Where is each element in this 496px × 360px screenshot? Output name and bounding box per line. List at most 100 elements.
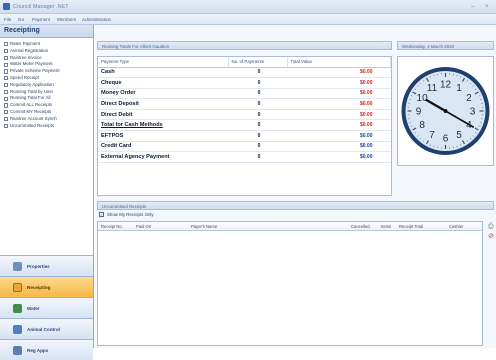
column-header-paid-on[interactable]: Paid On	[136, 224, 151, 229]
payment-type-label: Direct Debit	[98, 109, 228, 120]
show-my-receipts-checkbox[interactable]: ✓Show My Receipts Only	[99, 212, 154, 217]
house-icon	[13, 262, 22, 271]
module-properties[interactable]: Properties	[0, 255, 93, 276]
document-icon	[4, 103, 8, 107]
close-button[interactable]: ×	[485, 4, 489, 10]
payment-total-value: $0.00	[287, 131, 391, 142]
clock-numeral: 2	[466, 93, 472, 104]
payment-type-row: EFTPOS0$0.00	[98, 131, 391, 142]
date-header: Wednesday, 4 March 2020	[397, 41, 494, 50]
clock-numeral: 8	[419, 120, 425, 131]
document-icon	[4, 63, 8, 67]
sidebar-item-rates-payment[interactable]: Rates Payment	[3, 41, 93, 48]
column-header-total-value: Total Value	[287, 57, 391, 67]
sidebar-item-animal-registration[interactable]: Animal Registration	[3, 48, 93, 55]
payment-total-value: $0.00	[287, 88, 391, 99]
module-reg-apps[interactable]: Reg Apps	[0, 339, 93, 360]
sidebar-item-private-scheme-payment[interactable]: Private Scheme Payment	[3, 68, 93, 75]
payment-type-label: Cash	[98, 67, 228, 78]
document-icon	[4, 76, 8, 80]
document-icon	[4, 56, 8, 60]
sidebar-item-speed-receipt[interactable]: Speed Receipt	[3, 75, 93, 82]
grid-header: Receipt No. Paid On Payer's Name Cancell…	[98, 222, 482, 231]
task-list: Rates Payment Animal Registration Raintr…	[3, 41, 93, 129]
sidebar-item-running-total-for-all[interactable]: Running Total For All	[3, 95, 93, 102]
module-animal-control[interactable]: Animal Control	[0, 318, 93, 339]
column-header-payers-name[interactable]: Payer's Name	[191, 224, 217, 229]
document-icon	[4, 97, 8, 101]
module-receipting[interactable]: Receipting	[0, 276, 93, 297]
clock-numeral: 6	[443, 134, 449, 145]
document-icon	[4, 42, 8, 46]
app-icon	[3, 3, 10, 10]
payment-type-row: Cheque0$0.00	[98, 78, 391, 89]
sidebar-item-running-total-by-user[interactable]: Running Total by User	[3, 89, 93, 96]
running-totals-header: Running Totals For Albert Gaudion	[97, 41, 392, 50]
payment-total-value: $0.00	[287, 109, 391, 120]
column-header-items[interactable]: Items	[381, 224, 391, 229]
payment-count: 0	[228, 152, 287, 163]
sidebar-item-commit-my-receipts[interactable]: Commit MY Receipts	[3, 109, 93, 116]
clock-numeral: 7	[429, 130, 435, 141]
payment-type-label: External Agency Payment	[98, 152, 228, 163]
animal-icon	[13, 325, 22, 334]
payment-count: 0	[228, 131, 287, 142]
payment-total-value: $0.00	[287, 78, 391, 89]
sidebar-item-regulatory-application[interactable]: Regulatory Application	[3, 82, 93, 89]
payment-count: 0	[228, 78, 287, 89]
document-icon	[4, 110, 8, 114]
document-icon	[4, 49, 8, 53]
document-icon	[4, 117, 8, 121]
payment-type-row: External Agency Payment0$0.00	[98, 152, 391, 163]
menu-go[interactable]: Go	[18, 17, 24, 22]
menu-bar: File Go Payment Members Administration	[0, 14, 496, 25]
receipt-icon	[13, 283, 22, 292]
document-icon	[4, 124, 8, 128]
column-header-cashier[interactable]: Cashier	[449, 224, 463, 229]
menu-file[interactable]: File	[4, 17, 11, 22]
payment-count: 0	[228, 109, 287, 120]
payment-count: 0	[228, 88, 287, 99]
menu-members[interactable]: Members	[57, 17, 76, 22]
window-title: Council Manager .NET	[13, 4, 69, 10]
print-icon[interactable]: ⎙	[488, 223, 494, 231]
payment-type-row: Direct Debit0$0.00	[98, 109, 391, 120]
document-icon	[4, 83, 8, 87]
menu-payment[interactable]: Payment	[32, 17, 50, 22]
payment-type-row: Cash0$0.00	[98, 67, 391, 78]
cancel-icon[interactable]: ⊘	[488, 232, 494, 240]
payment-count: 0	[228, 120, 287, 131]
payment-total-value: $0.00	[287, 141, 391, 152]
document-icon	[4, 69, 8, 73]
application-icon	[13, 346, 22, 355]
payment-type-label: EFTPOS	[98, 131, 228, 142]
column-header-receipt-total[interactable]: Receipt Total	[399, 224, 423, 229]
minimize-button[interactable]: –	[471, 4, 474, 10]
payment-type-row: Direct Deposit0$0.00	[98, 99, 391, 110]
payment-total-value: $0.00	[287, 120, 391, 131]
module-switcher: Properties Receipting Water Animal Contr…	[0, 255, 93, 360]
document-icon	[4, 90, 8, 94]
sidebar-item-water-meter-payment[interactable]: Water Meter Payment	[3, 61, 93, 68]
payment-type-row: Money Order0$0.00	[98, 88, 391, 99]
water-icon	[13, 304, 22, 313]
analog-clock: 121234567891011	[398, 57, 493, 165]
module-water[interactable]: Water	[0, 297, 93, 318]
payment-total-value: $0.00	[287, 67, 391, 78]
sidebar-item-raintree-invoice[interactable]: Raintree Invoice	[3, 55, 93, 62]
sidebar-item-uncommitted-receipts[interactable]: Uncommitted Receipts	[3, 123, 93, 130]
checkbox-icon[interactable]: ✓	[99, 212, 104, 217]
clock-numeral: 3	[470, 107, 476, 118]
column-header-number-of-payments: No. of Payments	[228, 57, 287, 67]
sidebar-item-commit-all-receipts[interactable]: Commit ALL Receipts	[3, 102, 93, 109]
column-header-receipt-no[interactable]: Receipt No.	[101, 224, 123, 229]
column-header-cancelled[interactable]: Cancelled	[351, 224, 370, 229]
payment-count: 0	[228, 67, 287, 78]
uncommitted-receipts-grid[interactable]: Receipt No. Paid On Payer's Name Cancell…	[97, 221, 483, 346]
payment-type-label: Credit Card	[98, 141, 228, 152]
sidebar-header: Receipting	[0, 25, 93, 38]
sidebar: Receipting Rates Payment Animal Registra…	[0, 25, 94, 348]
sidebar-item-raintree-account-synch[interactable]: Raintree Account Synch	[3, 116, 93, 123]
menu-administration[interactable]: Administration	[82, 17, 111, 22]
payment-count: 0	[228, 141, 287, 152]
